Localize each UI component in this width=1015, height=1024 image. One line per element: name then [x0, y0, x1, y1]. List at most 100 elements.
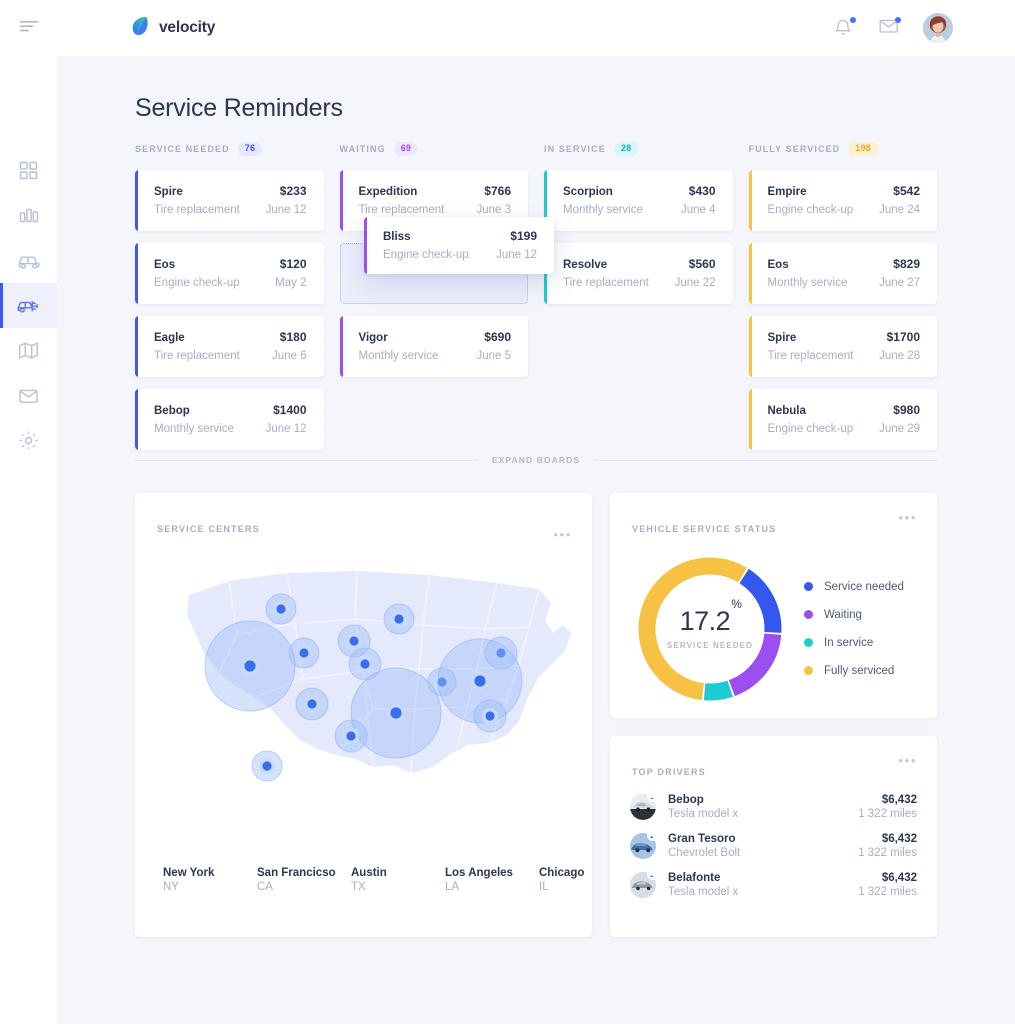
card-vehicle-name: Resolve [563, 259, 607, 271]
driver-name: Belafonte [668, 872, 738, 884]
sidebar-item-map[interactable] [0, 328, 57, 373]
kanban-card[interactable]: Eos $120 Engine check-up May 2 [135, 243, 324, 304]
service-center-city[interactable]: San Francicso CA [257, 867, 351, 893]
card-price: $199 [510, 229, 537, 243]
user-avatar[interactable] [923, 13, 953, 43]
donut-percent-value: 17.2 [680, 606, 731, 636]
card-accent-bar [135, 243, 138, 304]
card-date: June 28 [879, 350, 920, 362]
service-center-city[interactable]: Los Angeles LA [445, 867, 539, 893]
service-center-city-list: New York NY San Francicso CA Austin TX L… [163, 867, 633, 893]
driver-info: Gran Tesoro Chevrolet Bolt [668, 833, 740, 859]
sidebar-item-service[interactable] [0, 283, 57, 328]
kanban-card-list: Spire $233 Tire replacement June 12 Eos … [135, 170, 324, 450]
expand-boards-toggle[interactable]: Expand boards [135, 455, 937, 465]
map-marker[interactable] [335, 720, 367, 752]
notifications-button[interactable] [833, 17, 855, 39]
kanban-card[interactable]: Nebula $980 Engine check-up June 29 [749, 389, 938, 450]
map-marker[interactable] [384, 604, 414, 634]
top-drivers-header: Top drivers ••• [610, 736, 937, 780]
card-date: June 3 [476, 204, 511, 216]
map-marker[interactable] [296, 688, 328, 720]
sidebar-item-vehicles[interactable] [0, 238, 57, 283]
top-driver-row[interactable]: 2 Gran Tesoro Chevrolet Bolt $6,432 1 32… [630, 833, 917, 859]
legend-item[interactable]: Fully serviced [804, 665, 904, 677]
legend-item[interactable]: Service needed [804, 581, 904, 593]
card-price: $233 [280, 184, 307, 198]
kanban-column-title: Fully serviced [749, 144, 841, 154]
service-center-city[interactable]: New York NY [163, 867, 257, 893]
driver-stats: $6,432 1 322 miles [858, 794, 917, 820]
map-icon [18, 341, 39, 360]
dashboard-root: velocity [0, 0, 1015, 1024]
ellipsis-icon[interactable]: ••• [899, 754, 917, 767]
vehicle-service-status-panel: Vehicle service status ••• 17.2% Service… [610, 493, 937, 718]
kanban-column-title: Waiting [340, 144, 386, 154]
card-price: $1400 [273, 403, 306, 417]
kanban-card[interactable]: Bebop $1400 Monthly service June 12 [135, 389, 324, 450]
electric-car-icon [16, 296, 41, 315]
sidebar-item-analytics[interactable] [0, 193, 57, 238]
service-centers-title: Service centers [157, 524, 260, 534]
kanban-card[interactable]: Spire $1700 Tire replacement June 28 [749, 316, 938, 377]
sidebar-menu-toggle[interactable] [0, 0, 57, 56]
kanban-card[interactable]: Spire $233 Tire replacement June 12 [135, 170, 324, 231]
card-accent-bar [340, 316, 343, 377]
card-date: June 6 [272, 350, 307, 362]
card-service-type: Tire replacement [563, 277, 649, 289]
card-price: $829 [893, 257, 920, 271]
expand-boards-label: Expand boards [492, 455, 580, 465]
legend-item[interactable]: Waiting [804, 609, 904, 621]
top-driver-row[interactable]: 3 Belafonte Tesla model x $6,432 1 322 m… [630, 872, 917, 898]
legend-label: Waiting [824, 609, 862, 621]
driver-name: Bebop [668, 794, 738, 806]
card-price: $542 [893, 184, 920, 198]
kanban-card[interactable]: Resolve $560 Tire replacement June 22 [544, 243, 733, 304]
kanban-card[interactable]: Empire $542 Engine check-up June 24 [749, 170, 938, 231]
ellipsis-icon[interactable]: ••• [899, 511, 917, 524]
legend-swatch [804, 582, 813, 591]
top-driver-row[interactable]: 1 Bebop Tesla model x $6,432 1 322 miles [630, 794, 917, 820]
sidebar-item-settings[interactable] [0, 418, 57, 463]
map-marker[interactable] [474, 700, 506, 732]
driver-info: Belafonte Tesla model x [668, 872, 738, 898]
city-name: San Francicso [257, 867, 351, 879]
sidebar [0, 0, 57, 1024]
donut-chart[interactable]: 17.2% Service needed [630, 549, 790, 709]
kanban-column-header: In service 28 [544, 140, 733, 158]
card-vehicle-name: Eos [768, 259, 789, 271]
kanban-column-header: Waiting 69 [340, 140, 529, 158]
card-vehicle-name: Vigor [359, 332, 388, 344]
card-vehicle-name: Expedition [359, 186, 418, 198]
sidebar-item-dashboard[interactable] [0, 148, 57, 193]
message-dot [895, 17, 901, 23]
service-center-city[interactable]: Austin TX [351, 867, 445, 893]
driver-stats: $6,432 1 322 miles [858, 833, 917, 859]
map-marker[interactable] [266, 594, 296, 624]
driver-miles: 1 322 miles [858, 808, 917, 820]
sidebar-item-messages[interactable] [0, 373, 57, 418]
brand-logo[interactable]: velocity [131, 15, 215, 42]
dragging-card[interactable]: Bliss $199 Engine check-up June 12 [364, 217, 554, 274]
us-map[interactable] [135, 551, 592, 851]
card-accent-bar [749, 316, 752, 377]
car-icon [17, 252, 41, 270]
kanban-card[interactable]: Eagle $180 Tire replacement June 6 [135, 316, 324, 377]
card-date: June 29 [879, 423, 920, 435]
map-marker[interactable] [205, 621, 295, 711]
kanban-card[interactable]: Eos $829 Monthly service June 27 [749, 243, 938, 304]
card-service-type: Engine check-up [768, 204, 854, 216]
driver-avatar: 2 [630, 833, 656, 859]
card-service-type: Tire replacement [154, 204, 240, 216]
ellipsis-icon[interactable]: ••• [554, 528, 572, 541]
kanban-card-list: Empire $542 Engine check-up June 24 Eos … [749, 170, 938, 450]
messages-button[interactable] [878, 17, 900, 39]
card-date: June 12 [266, 204, 307, 216]
kanban-card[interactable]: Vigor $690 Monthly service June 5 [340, 316, 529, 377]
card-vehicle-name: Empire [768, 186, 807, 198]
legend-item[interactable]: In service [804, 637, 904, 649]
map-marker[interactable] [252, 751, 282, 781]
city-state: CA [257, 881, 351, 893]
donut-percent: 17.2% [680, 606, 741, 637]
kanban-card[interactable]: Scorpion $430 Monthly service June 4 [544, 170, 733, 231]
